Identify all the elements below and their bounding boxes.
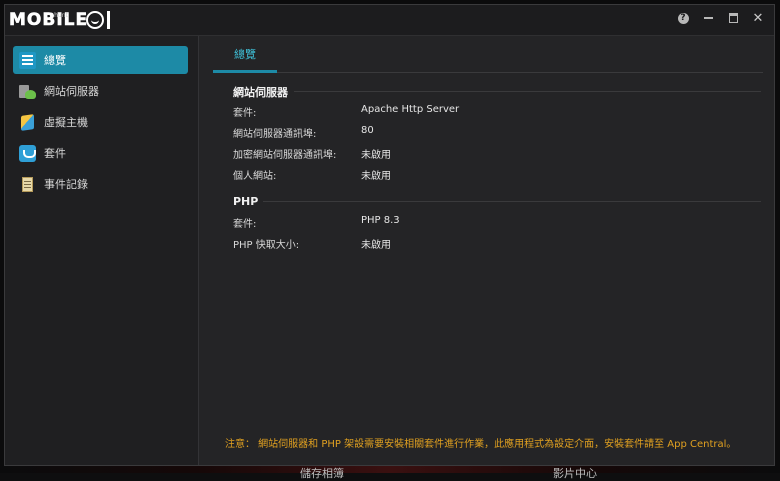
logo: MOBILE hunt — [9, 8, 111, 32]
sidebar-item-label: 套件 — [44, 147, 66, 160]
web-server-icon — [19, 83, 36, 100]
sidebar-item-label: 總覽 — [44, 54, 66, 67]
app-window: MOBILE hunt ? ✕ 總覽 網站伺服器 虛擬主機 套件 事件記錄 總覽… — [4, 4, 775, 466]
sidebar-item-web-server[interactable]: 網站伺服器 — [13, 77, 188, 105]
tab-overview[interactable]: 總覽 — [213, 39, 277, 69]
tab-active-indicator — [213, 70, 277, 73]
minimize-icon — [703, 17, 713, 19]
sidebar-item-label: 虛擬主機 — [44, 116, 88, 129]
row-value: 未啟用 — [361, 171, 391, 182]
window-controls: ? ✕ — [677, 10, 764, 26]
row-label: 網站伺服器通訊埠: — [233, 129, 317, 140]
row-value: PHP 8.3 — [361, 215, 400, 226]
event-log-icon — [19, 176, 36, 193]
sidebar-item-virtual-host[interactable]: 虛擬主機 — [13, 108, 188, 136]
row-label: PHP 快取大小: — [233, 240, 300, 251]
close-button[interactable]: ✕ — [752, 10, 764, 26]
section-divider — [294, 91, 761, 92]
maximize-button[interactable] — [727, 12, 739, 24]
row-label: 個人網站: — [233, 171, 277, 182]
desktop-label-left: 儲存相簿 — [300, 467, 344, 480]
sidebar-item-overview[interactable]: 總覽 — [13, 46, 188, 74]
row-label: 套件: — [233, 219, 257, 230]
package-icon — [19, 144, 36, 162]
close-icon: ✕ — [752, 10, 764, 26]
help-button[interactable]: ? — [677, 12, 689, 24]
section-title-web-server: 網站伺服器 — [233, 86, 288, 99]
row-label: 套件: — [233, 108, 257, 119]
overview-icon — [19, 51, 36, 69]
logo-bar-icon — [107, 11, 111, 29]
virtual-host-icon — [19, 114, 36, 131]
section-title-php: PHP — [233, 195, 259, 208]
row-value: 80 — [361, 125, 374, 136]
minimize-button[interactable] — [702, 12, 714, 24]
section-divider — [263, 201, 761, 202]
row-label: 加密網站伺服器通訊埠: — [233, 150, 337, 161]
logo-subtext: hunt — [54, 11, 68, 19]
sidebar-item-packages[interactable]: 套件 — [13, 139, 188, 167]
main-content: 總覽 網站伺服器 套件: Apache Http Server 網站伺服器通訊埠… — [199, 36, 774, 465]
sidebar-item-label: 網站伺服器 — [44, 85, 99, 98]
help-icon: ? — [677, 12, 689, 24]
notice-text: 注意： 網站伺服器和 PHP 架設需要安裝相關套件進行作業，此應用程式為設定介面… — [225, 439, 737, 450]
title-bar: MOBILE hunt ? ✕ — [5, 5, 774, 36]
row-value: 未啟用 — [361, 240, 391, 251]
maximize-icon — [728, 13, 738, 23]
sidebar: 總覽 網站伺服器 虛擬主機 套件 事件記錄 — [5, 36, 199, 465]
sidebar-item-label: 事件記錄 — [44, 178, 88, 191]
desktop-label-right: 影片中心 — [553, 467, 597, 480]
row-value: 未啟用 — [361, 150, 391, 161]
logo-face-icon — [86, 11, 105, 29]
tab-divider — [213, 72, 763, 73]
row-value: Apache Http Server — [361, 104, 460, 115]
sidebar-item-event-log[interactable]: 事件記錄 — [13, 170, 188, 198]
